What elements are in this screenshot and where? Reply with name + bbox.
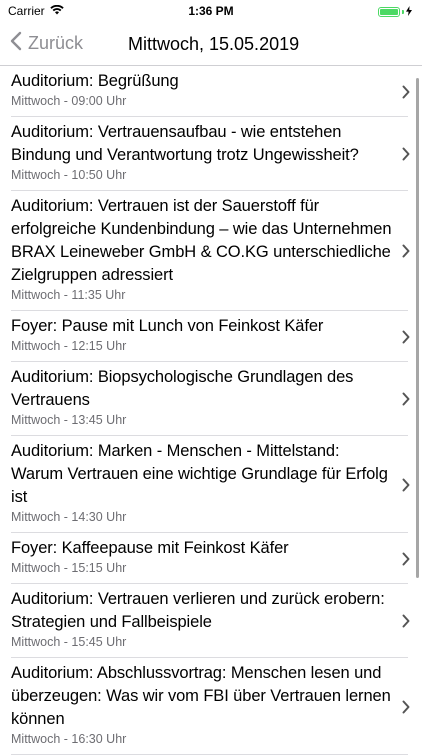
session-title: Auditorium: Abschlussvortrag: Menschen l… <box>11 664 391 728</box>
session-title: Auditorium: Vertrauen ist der Sauerstoff… <box>11 197 392 284</box>
session-time: Mittwoch - 16:30 Uhr <box>11 732 127 746</box>
session-title: Auditorium: Vertrauensaufbau - wie entst… <box>11 123 359 164</box>
session-title: Foyer: Kaffeepause mit Feinkost Käfer <box>11 539 289 557</box>
session-time: Mittwoch - 15:45 Uhr <box>11 635 127 649</box>
chevron-right-icon <box>402 244 410 258</box>
list-item[interactable]: Auditorium: Begrüßung Mittwoch - 09:00 U… <box>0 66 422 117</box>
charging-bolt-icon <box>406 5 412 19</box>
session-time: Mittwoch - 14:30 Uhr <box>11 510 127 524</box>
navigation-bar: Zurück Mittwoch, 15.05.2019 <box>0 22 422 66</box>
list-item[interactable]: Auditorium: Vertrauen ist der Sauerstoff… <box>0 191 422 311</box>
chevron-right-icon <box>402 85 410 98</box>
session-list: Auditorium: Begrüßung Mittwoch - 09:00 U… <box>0 66 422 755</box>
chevron-right-icon <box>402 700 410 713</box>
back-label: Zurück <box>28 33 84 53</box>
list-item[interactable]: Auditorium: Biopsychologische Grundlagen… <box>0 362 422 436</box>
back-button[interactable]: Zurück <box>10 31 83 56</box>
session-time: Mittwoch - 13:45 Uhr <box>11 413 127 427</box>
session-title: Auditorium: Begrüßung <box>11 72 179 90</box>
list-item[interactable]: Auditorium: Marken - Menschen - Mittelst… <box>0 436 422 533</box>
status-bar: Carrier 1:36 PM <box>0 0 422 22</box>
list-item[interactable]: Auditorium: Abschlussvortrag: Menschen l… <box>0 658 422 755</box>
session-time: Mittwoch - 10:50 Uhr <box>11 168 127 182</box>
chevron-left-icon <box>10 31 28 56</box>
session-title: Foyer: Pause mit Lunch von Feinkost Käfe… <box>11 317 324 335</box>
status-time: 1:36 PM <box>188 4 234 18</box>
list-item[interactable]: Foyer: Kaffeepause mit Feinkost Käfer Mi… <box>0 533 422 584</box>
session-time: Mittwoch - 15:15 Uhr <box>11 561 127 575</box>
session-time: Mittwoch - 11:35 Uhr <box>11 288 126 302</box>
list-item[interactable]: Auditorium: Vertrauensaufbau - wie entst… <box>0 117 422 191</box>
session-title: Auditorium: Vertrauen verlieren und zurü… <box>11 590 385 631</box>
page-title: Mittwoch, 15.05.2019 <box>128 34 300 54</box>
session-time: Mittwoch - 12:15 Uhr <box>11 339 127 353</box>
chevron-right-icon <box>402 330 410 343</box>
list-item[interactable]: Foyer: Pause mit Lunch von Feinkost Käfe… <box>0 311 422 362</box>
chevron-right-icon <box>402 147 410 161</box>
session-time: Mittwoch - 09:00 Uhr <box>11 94 127 108</box>
chevron-right-icon <box>402 478 410 491</box>
battery-icon <box>378 5 412 19</box>
scroll-indicator[interactable] <box>416 78 419 578</box>
chevron-right-icon <box>402 392 410 406</box>
chevron-right-icon <box>402 552 410 565</box>
session-title: Auditorium: Biopsychologische Grundlagen… <box>11 368 354 409</box>
session-title: Auditorium: Marken - Menschen - Mittelst… <box>11 442 388 506</box>
list-item[interactable]: Auditorium: Vertrauen verlieren und zurü… <box>0 584 422 658</box>
chevron-right-icon <box>402 614 410 628</box>
